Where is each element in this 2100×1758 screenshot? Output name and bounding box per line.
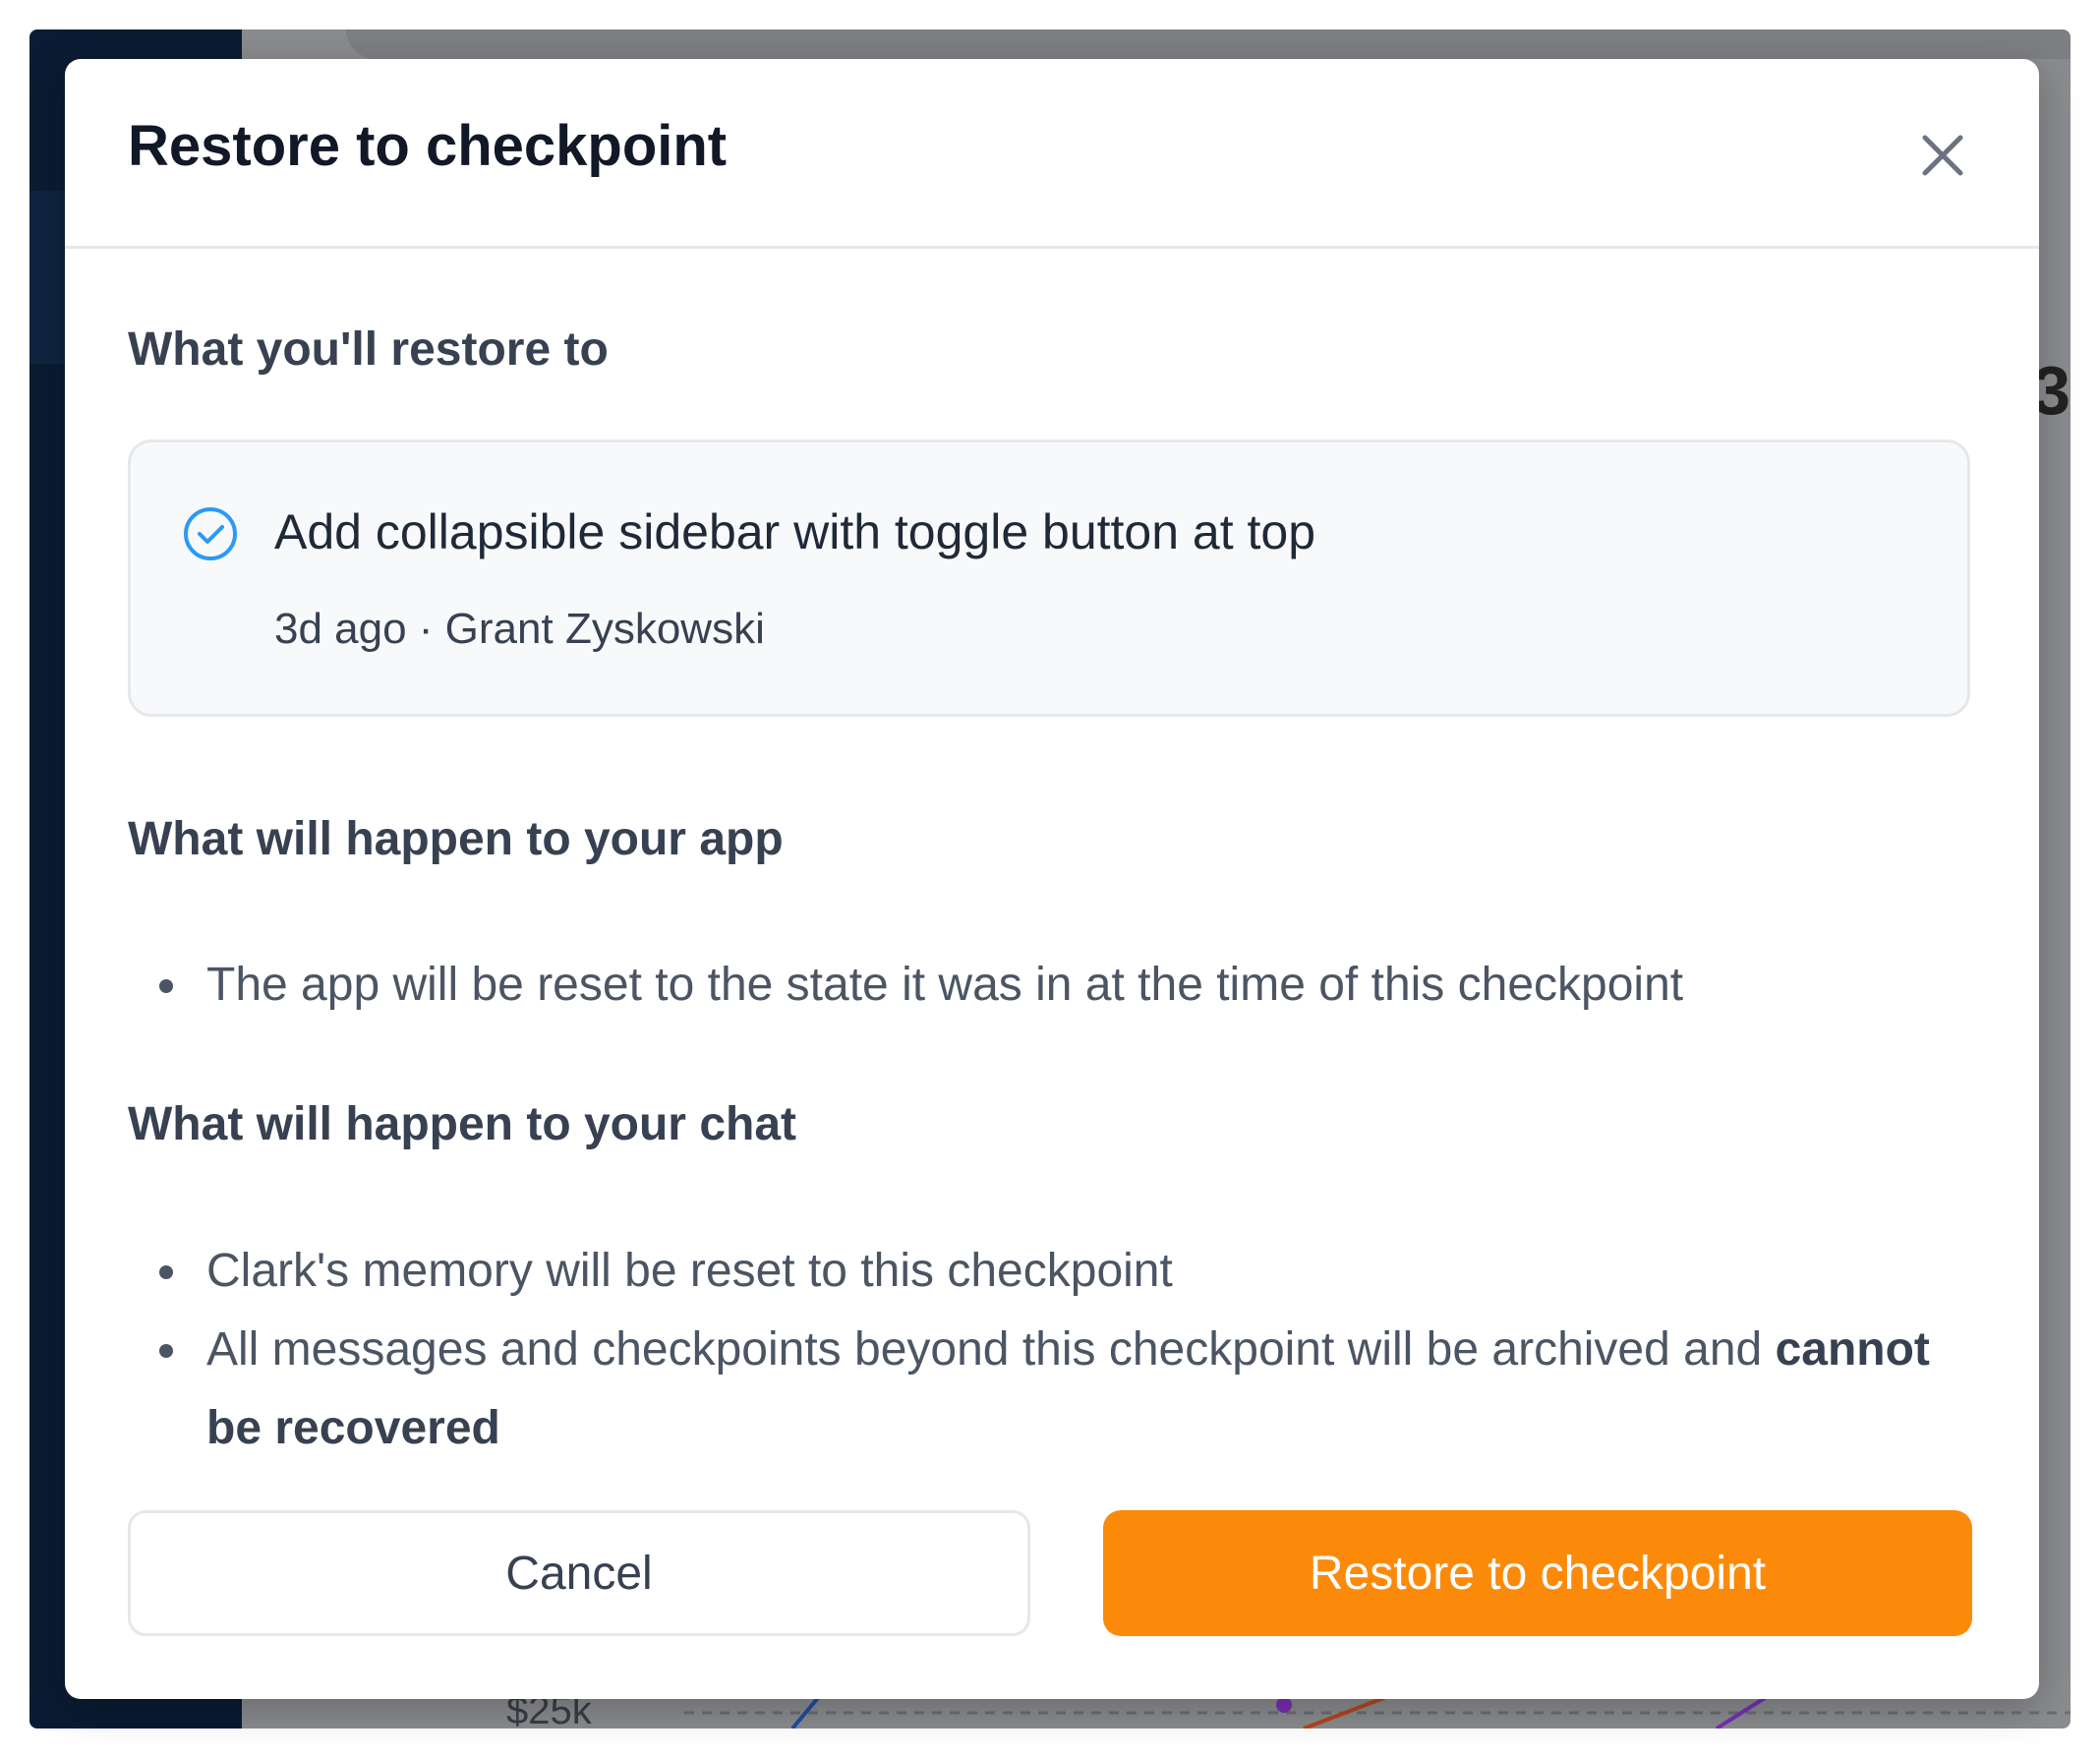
- background-chart-point: [1276, 1697, 1292, 1713]
- checkpoint-card: Add collapsible sidebar with toggle butt…: [128, 440, 1970, 717]
- dialog-title: Restore to checkpoint: [128, 114, 728, 178]
- list-item: All messages and checkpoints beyond this…: [128, 1311, 1970, 1468]
- list-item-text: All messages and checkpoints beyond this…: [206, 1323, 1776, 1376]
- restore-button[interactable]: Restore to checkpoint: [1103, 1510, 1972, 1636]
- checkpoint-title: Add collapsible sidebar with toggle butt…: [274, 504, 1316, 559]
- close-button[interactable]: [1915, 128, 1970, 183]
- list-item: Clark's memory will be reset to this che…: [128, 1232, 1970, 1311]
- app-consequences-list: The app will be reset to the state it wa…: [128, 946, 1970, 1025]
- cancel-button[interactable]: Cancel: [128, 1510, 1030, 1636]
- list-item: The app will be reset to the state it wa…: [128, 946, 1970, 1025]
- dialog-header: Restore to checkpoint: [65, 59, 2039, 249]
- chat-section-heading: What will happen to your chat: [128, 1098, 797, 1150]
- checkpoint-meta: 3d ago · Grant Zyskowski: [274, 605, 765, 653]
- background-top-bar: [346, 29, 2071, 59]
- restore-section-heading: What you'll restore to: [128, 323, 609, 376]
- chat-consequences-list: Clark's memory will be reset to this che…: [128, 1232, 1970, 1468]
- app-section-heading: What will happen to your app: [128, 813, 784, 865]
- check-circle-icon: [184, 507, 237, 560]
- close-icon: [1922, 135, 1963, 176]
- restore-checkpoint-dialog: Restore to checkpoint What you'll restor…: [65, 59, 2039, 1699]
